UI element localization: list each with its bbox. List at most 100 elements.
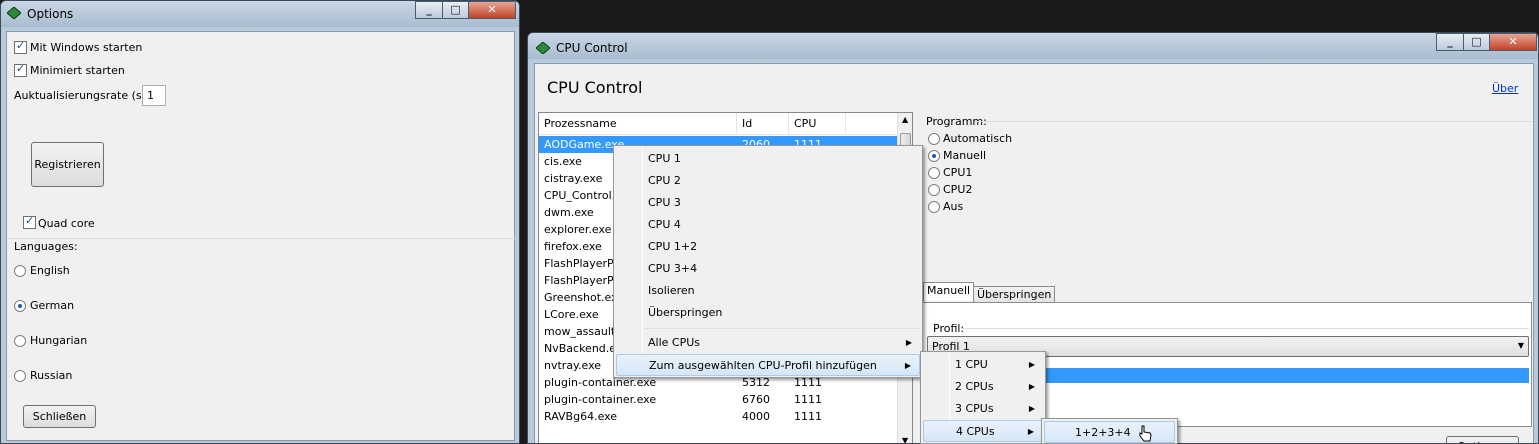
process-name-cell: firefox.exe [544,240,602,253]
close-options-button[interactable]: Schließen [23,405,96,428]
scroll-down-icon[interactable]: ▼ [902,436,908,443]
process-cpu-cell: 1111 [794,410,822,423]
minimize-button[interactable]: _ [1436,33,1464,51]
program-mode-label: Manuell [943,149,987,162]
program-mode-label: CPU2 [943,183,973,196]
submenu-item-1cpu[interactable]: 1 CPU ▶ [923,354,1043,376]
column-header-filler [846,113,899,135]
column-header-id[interactable]: Id [737,113,789,135]
submenu-item-2cpus[interactable]: 2 CPUs ▶ [923,376,1043,398]
submenu-item-4cpus-label: 4 CPUs [956,425,995,438]
program-mode-radio[interactable] [928,150,940,162]
options-title: Options [27,7,74,21]
menu-item-cpu2[interactable]: CPU 2 [616,170,920,192]
process-name-cell: NvBackend.ex [544,342,623,355]
program-mode-label: Automatisch [943,132,1013,145]
submenu-item-1cpu-label: 1 CPU [955,358,988,371]
menu-item-cpu1[interactable]: CPU 1 [616,148,920,170]
maximize-button[interactable]: □ [442,1,469,19]
language-label-hungarian: Hungarian [30,334,88,347]
options-window: Options _ □ ✕ Mit Windows starten Minimi… [0,0,520,444]
program-mode-label: Aus [943,200,964,213]
app-icon [7,7,21,19]
menu-item-add-to-profile[interactable]: Zum ausgewählten CPU-Profil hinzufügen ▶ [616,354,920,376]
program-group-border [975,121,1532,122]
program-mode-label: CPU1 [943,166,973,179]
column-header-cpu[interactable]: CPU [789,113,846,135]
maximize-button[interactable]: □ [1463,33,1490,51]
process-name-cell: cistray.exe [544,172,603,185]
language-radio-hungarian[interactable] [14,335,26,347]
scroll-up-icon[interactable]: ▲ [902,115,908,124]
process-name-cell: RAVBg64.exe [544,410,618,423]
column-header-process[interactable]: Prozessname [539,113,737,135]
process-name-cell: plugin-container.exe [544,393,657,406]
languages-divider [7,238,516,239]
language-radio-russian[interactable] [14,370,26,382]
process-name-cell: CPU_Control.e [544,189,622,202]
menu-item-all-cpus-label: Alle CPUs [648,336,700,349]
table-row[interactable]: RAVBg64.exe 4000 1111 [539,408,899,425]
about-link[interactable]: Über [1492,82,1518,95]
language-radio-german[interactable] [14,300,26,312]
process-name-cell: dwm.exe [544,206,594,219]
submenu-arrow-icon: ▶ [1027,427,1034,436]
submenu-arrow-icon: ▶ [905,338,912,347]
menu-item-all-cpus[interactable]: Alle CPUs ▶ [616,332,920,354]
menu-item-skip[interactable]: Überspringen [616,302,920,324]
table-row[interactable]: plugin-container.exe 6760 1111 [539,391,899,408]
process-cpu-cell: 1111 [794,393,822,406]
program-mode-radio[interactable] [928,167,940,179]
refresh-rate-label: Auktualisierungsrate (s): [14,89,150,102]
minimize-button[interactable]: _ [415,1,443,19]
program-mode-radio[interactable] [928,133,940,145]
start-minimized-checkbox[interactable] [14,62,27,77]
submenu-arrow-icon: ▶ [904,361,911,370]
cpu-control-title: CPU Control [556,41,628,55]
start-minimized-label: Minimiert starten [30,64,125,77]
language-label-german: German [30,299,75,312]
cpu-count-submenu: 1 CPU ▶ 2 CPUs ▶ 3 CPUs ▶ 4 CPUs ▶ [920,351,1046,444]
language-radio-english[interactable] [14,265,26,277]
tab-manuell[interactable]: Manuell [923,282,975,301]
close-button[interactable]: ✕ [468,1,516,19]
profile-label: Profil: [933,322,965,335]
process-name-cell: FlashPlayerPlu [544,257,624,270]
process-id-cell: 6760 [742,393,770,406]
quad-core-label: Quad core [38,217,95,230]
submenu-item-2cpus-label: 2 CPUs [955,380,994,393]
tab-ueberspringen[interactable]: Überspringen [973,286,1056,303]
app-heading: CPU Control [547,78,643,97]
submenu-item-3cpus[interactable]: 3 CPUs ▶ [923,398,1043,420]
program-mode-radio[interactable] [928,184,940,196]
submenu-item-4cpus[interactable]: 4 CPUs ▶ [923,420,1043,442]
languages-label: Languages: [14,240,78,253]
start-with-windows-checkbox[interactable] [14,39,27,54]
options-button[interactable]: Optionen [1446,436,1519,443]
menu-item-cpu12[interactable]: CPU 1+2 [616,236,920,258]
start-with-windows-label: Mit Windows starten [30,41,143,54]
submenu-item-1234[interactable]: 1+2+3+4 [1044,421,1175,443]
quad-core-checkbox[interactable] [23,214,36,229]
language-label-russian: Russian [30,369,73,382]
submenu-arrow-icon: ▶ [1028,360,1035,369]
close-button[interactable]: ✕ [1489,33,1537,51]
program-mode-radio[interactable] [928,201,940,213]
menu-item-cpu3[interactable]: CPU 3 [616,192,920,214]
options-client: Mit Windows starten Minimiert starten Au… [6,31,516,441]
menu-item-add-to-profile-label: Zum ausgewählten CPU-Profil hinzufügen [649,359,877,372]
process-id-cell: 4000 [742,410,770,423]
register-button[interactable]: Registrieren [31,142,104,187]
menu-item-cpu4[interactable]: CPU 4 [616,214,920,236]
menu-item-cpu34[interactable]: CPU 3+4 [616,258,920,280]
mouse-cursor-icon [1139,425,1152,442]
submenu-item-3cpus-label: 3 CPUs [955,402,994,415]
language-label-english: English [30,264,70,277]
menu-item-isolate[interactable]: Isolieren [616,280,920,302]
refresh-rate-input[interactable]: 1 [142,85,166,106]
profile-group-border [961,328,1529,329]
menu-separator [644,328,920,329]
app-icon [536,42,550,54]
process-name-cell: cis.exe [544,155,582,168]
cpu-control-titlebar[interactable] [528,33,1538,59]
